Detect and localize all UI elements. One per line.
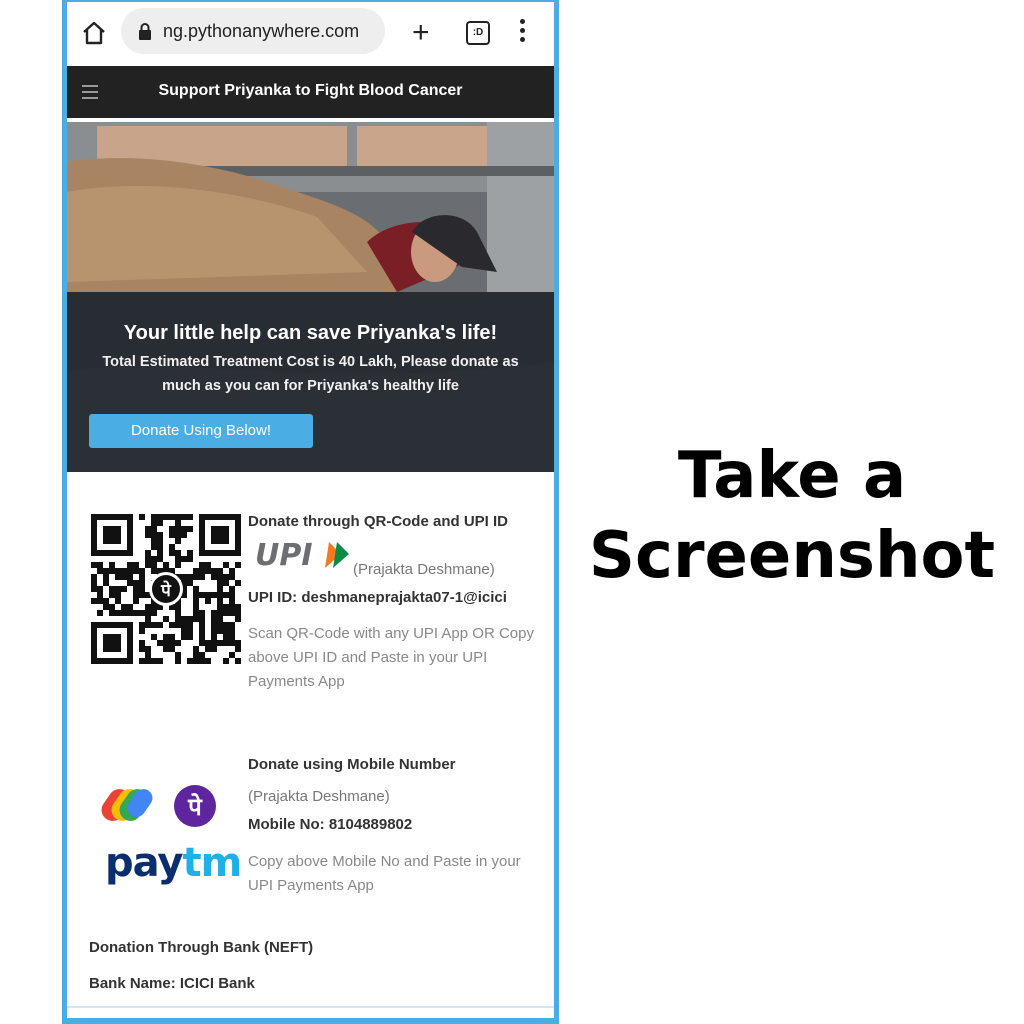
- mobile-payee-name: (Prajakta Deshmane): [248, 788, 390, 805]
- qr-section-title: Donate through QR-Code and UPI ID: [248, 513, 508, 530]
- hero-subtext: Total Estimated Treatment Cost is 40 Lak…: [102, 354, 519, 394]
- caption-line-1: Take a: [677, 439, 907, 513]
- lock-icon: [139, 23, 151, 40]
- home-icon[interactable]: [81, 20, 107, 46]
- new-tab-icon[interactable]: +: [412, 18, 430, 48]
- caption-line-2: Screenshot: [588, 519, 996, 593]
- caption-text: Take a Screenshot: [560, 436, 1024, 596]
- site-navbar: Support Priyanka to Fight Blood Cancer: [67, 66, 554, 118]
- browser-toolbar: ng.pythonanywhere.com + :D: [67, 2, 554, 66]
- phone-screen: ng.pythonanywhere.com + :D Support Priya…: [67, 2, 554, 1018]
- phonepe-glyph: पे: [187, 793, 203, 821]
- paytm-pay-text: pay: [105, 840, 183, 886]
- upi-payee-name: (Prajakta Deshmane): [353, 561, 495, 578]
- paytm-logo: paytm: [105, 840, 242, 886]
- site-title: Support Priyanka to Fight Blood Cancer: [158, 82, 463, 99]
- upi-logo-text: UPI: [255, 538, 313, 570]
- upi-logo: UPI: [255, 538, 349, 570]
- qr-badge-glyph: पे: [160, 580, 172, 601]
- phonepe-icon: पे: [174, 785, 216, 827]
- url-text: ng.pythonanywhere.com: [163, 21, 360, 41]
- tab-switcher-button[interactable]: :D: [466, 21, 490, 45]
- paytm-tm-text: tm: [182, 840, 242, 886]
- upi-id-text[interactable]: UPI ID: deshmaneprajakta07-1@icici: [248, 589, 507, 606]
- hero-banner: Your little help can save Priyanka's lif…: [67, 122, 554, 472]
- hero-headline: Your little help can save Priyanka's lif…: [123, 322, 498, 344]
- phone-frame: ng.pythonanywhere.com + :D Support Priya…: [62, 0, 559, 1024]
- mobile-instructions: Copy above Mobile No and Paste in your U…: [248, 853, 521, 894]
- bank-name-text: Bank Name: ICICI Bank: [89, 975, 255, 992]
- google-pay-icon: [101, 789, 153, 821]
- qr-instructions: Scan QR-Code with any UPI App OR Copy ab…: [248, 625, 534, 690]
- more-menu-icon[interactable]: [516, 19, 528, 47]
- donate-button[interactable]: Donate Using Below!: [89, 414, 313, 448]
- mobile-number-text[interactable]: Mobile No: 8104889802: [248, 816, 412, 833]
- divider: [67, 1006, 554, 1008]
- mobile-section-title: Donate using Mobile Number: [248, 756, 456, 773]
- address-bar[interactable]: ng.pythonanywhere.com: [121, 8, 385, 54]
- qr-code-image: पे: [91, 514, 241, 664]
- bank-section-title: Donation Through Bank (NEFT): [89, 939, 314, 956]
